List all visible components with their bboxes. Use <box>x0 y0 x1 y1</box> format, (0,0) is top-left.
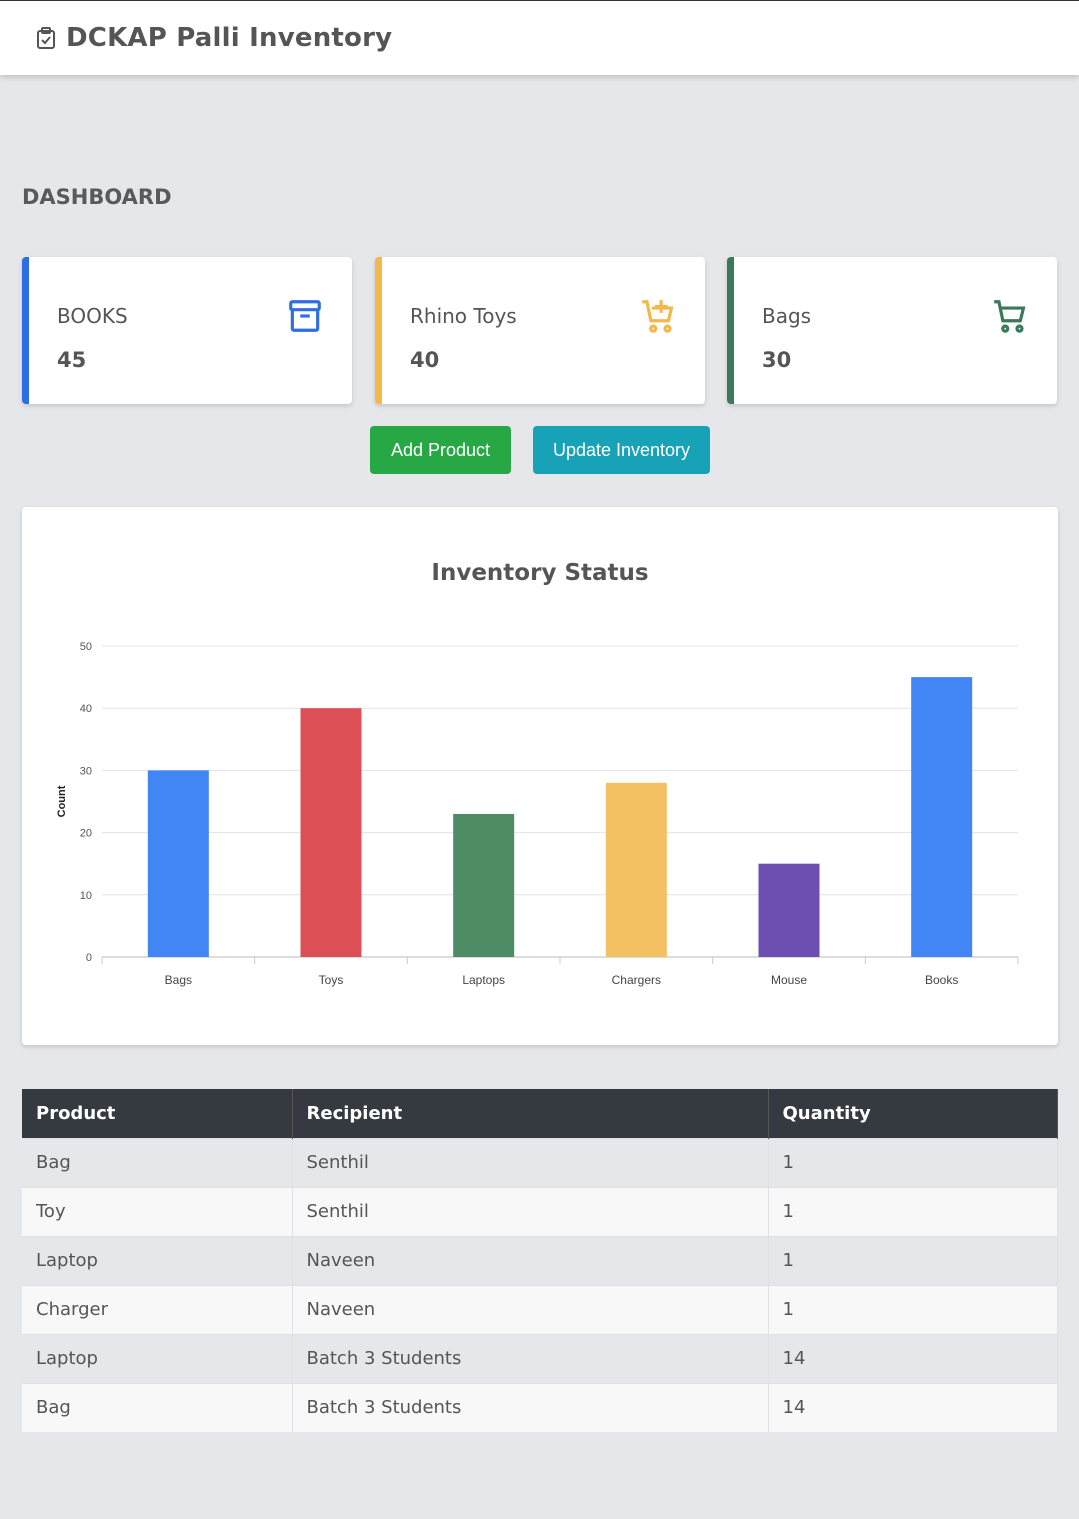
clipboard-check-icon <box>37 27 55 49</box>
bar-books <box>911 677 973 957</box>
bar-laptops <box>453 813 515 957</box>
cart-plus-icon <box>642 300 674 333</box>
y-axis-label: Count <box>56 785 68 817</box>
stat-card-books: BOOKS 45 <box>22 257 352 404</box>
table-cell: 14 <box>768 1382 1058 1432</box>
y-tick-label: 40 <box>80 703 92 715</box>
table-row: Bag Senthil 1 <box>22 1137 1058 1187</box>
table-row: Bag Batch 3 Students 14 <box>22 1382 1058 1432</box>
x-tick-label: Laptops <box>462 973 505 987</box>
bar-bags <box>147 770 209 957</box>
app-title[interactable]: DCKAP Palli Inventory <box>66 23 392 53</box>
table-cell: Charger <box>22 1284 293 1334</box>
update-inventory-button[interactable]: Update Inventory <box>533 426 710 474</box>
table-cell: Bag <box>22 1382 293 1432</box>
stat-card-bags: Bags 30 <box>727 257 1057 404</box>
y-tick-label: 10 <box>80 890 92 902</box>
bar-chargers <box>605 782 667 957</box>
bar-mouse <box>758 863 820 957</box>
stat-card-rhino-toys: Rhino Toys 40 <box>375 257 705 404</box>
archive-box-icon <box>289 300 321 332</box>
table-cell: 14 <box>768 1333 1058 1383</box>
x-tick-label: Chargers <box>612 973 661 987</box>
table-cell: 1 <box>768 1235 1058 1285</box>
table-cell: Laptop <box>22 1333 293 1383</box>
table-cell: Batch 3 Students <box>292 1382 769 1432</box>
table-cell: 1 <box>768 1137 1058 1187</box>
y-tick-label: 0 <box>86 952 92 964</box>
stat-card-label: BOOKS <box>57 304 128 328</box>
y-tick-label: 30 <box>80 765 92 777</box>
top-navbar: DCKAP Palli Inventory <box>0 0 1079 75</box>
column-header-quantity: Quantity <box>768 1089 1058 1138</box>
table-row: Charger Naveen 1 <box>22 1284 1058 1334</box>
cart-icon <box>994 300 1026 333</box>
page-title: DASHBOARD <box>22 185 172 209</box>
table-row: Laptop Batch 3 Students 14 <box>22 1333 1058 1383</box>
table-cell: 1 <box>768 1186 1058 1236</box>
y-tick-label: 50 <box>80 641 92 653</box>
stat-card-label: Bags <box>762 304 812 328</box>
table-cell: Senthil <box>292 1137 769 1187</box>
table-cell: Senthil <box>292 1186 769 1236</box>
table-cell: Batch 3 Students <box>292 1333 769 1383</box>
table-cell: Bag <box>22 1137 293 1187</box>
inventory-bar-chart: 0 10 20 30 40 50 Count Bags Toys Laptops Chargers M… <box>56 641 1019 987</box>
table-cell: Laptop <box>22 1235 293 1285</box>
stat-card-value: 45 <box>57 348 87 372</box>
stat-card-value: 40 <box>410 348 440 372</box>
x-tick-label: Bags <box>165 973 192 987</box>
inventory-chart-card: Inventory Status 0 10 20 30 40 50 Count Bags Toy… <box>22 507 1058 1045</box>
column-header-recipient: Recipient <box>292 1089 769 1138</box>
x-tick-label: Books <box>925 973 958 987</box>
table-cell: 1 <box>768 1284 1058 1334</box>
x-tick-label: Mouse <box>771 973 807 987</box>
column-header-product: Product <box>22 1089 293 1138</box>
table-row: Laptop Naveen 1 <box>22 1235 1058 1285</box>
y-tick-label: 20 <box>80 828 92 840</box>
table-cell: Toy <box>22 1186 293 1236</box>
table-cell: Naveen <box>292 1284 769 1334</box>
add-product-button[interactable]: Add Product <box>370 426 511 474</box>
table-row: Toy Senthil 1 <box>22 1186 1058 1236</box>
bar-toys <box>300 708 362 957</box>
stat-card-label: Rhino Toys <box>410 304 517 328</box>
distribution-table: Product Recipient Quantity Bag Senthil 1… <box>22 1089 1058 1432</box>
x-tick-label: Toys <box>319 973 344 987</box>
stat-card-value: 30 <box>762 348 792 372</box>
table-cell: Naveen <box>292 1235 769 1285</box>
